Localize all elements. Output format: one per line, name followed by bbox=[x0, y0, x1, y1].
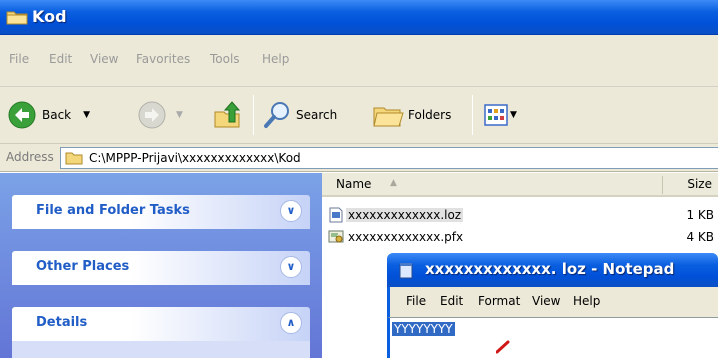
file-size: 4 KB bbox=[686, 230, 714, 244]
task-pane: File and Folder Tasks ∨ Other Places ∨ D… bbox=[0, 173, 322, 358]
folders-label: Folders bbox=[408, 108, 452, 122]
notepad-menu-file[interactable]: File bbox=[406, 294, 426, 308]
address-bar: Address C:\MPPP-Prijavi\xxxxxxxxxxxxx\Ko… bbox=[0, 144, 718, 172]
up-folder-icon bbox=[214, 101, 241, 128]
notepad-menu-bar: File Edit Format View Help bbox=[387, 287, 718, 317]
column-header: Name ▲ Size bbox=[322, 173, 718, 197]
selected-text: YYYYYYYY bbox=[392, 322, 455, 336]
dropdown-arrow-icon[interactable]: ▼ bbox=[176, 110, 183, 120]
notepad-titlebar[interactable]: xxxxxxxxxxxxx. loz - Notepad bbox=[387, 253, 718, 287]
menu-favorites[interactable]: Favorites bbox=[136, 52, 190, 66]
file-row[interactable]: xxxxxxxxxxxxx.pfx 4 KB bbox=[322, 227, 718, 247]
column-size[interactable]: Size bbox=[687, 177, 712, 191]
notepad-title: xxxxxxxxxxxxx. loz - Notepad bbox=[425, 260, 675, 278]
chevron-down-icon[interactable]: ∨ bbox=[280, 200, 302, 222]
panel-label: Other Places bbox=[36, 259, 130, 274]
file-size: 1 KB bbox=[686, 208, 714, 222]
back-arrow-icon bbox=[8, 101, 36, 129]
views-button[interactable]: ▼ bbox=[484, 99, 517, 131]
column-divider[interactable] bbox=[662, 176, 663, 194]
panel-label: File and Folder Tasks bbox=[36, 203, 190, 218]
file-name: xxxxxxxxxxxxx.pfx bbox=[348, 230, 464, 244]
up-folder-button[interactable] bbox=[212, 99, 242, 131]
sort-ascending-icon: ▲ bbox=[390, 178, 397, 188]
search-button[interactable]: Search bbox=[262, 99, 337, 131]
toolbar: Back ▼ ▼ Search Folders ▼ bbox=[0, 87, 718, 144]
search-icon bbox=[264, 102, 289, 128]
details-panel-body bbox=[12, 341, 310, 358]
file-name: xxxxxxxxxxxxx.loz bbox=[346, 208, 464, 222]
folder-icon bbox=[6, 11, 28, 25]
forward-button[interactable]: ▼ bbox=[138, 99, 183, 131]
forward-arrow-icon bbox=[138, 101, 166, 129]
folders-icon bbox=[373, 107, 404, 127]
certificate-file-icon bbox=[328, 230, 344, 243]
red-arrow-icon bbox=[496, 340, 510, 354]
address-path: C:\MPPP-Prijavi\xxxxxxxxxxxxx\Kod bbox=[89, 151, 301, 165]
notepad-window[interactable]: xxxxxxxxxxxxx. loz - Notepad File Edit F… bbox=[387, 253, 718, 358]
menu-help[interactable]: Help bbox=[262, 52, 289, 66]
panel-details[interactable]: Details ∧ bbox=[12, 307, 310, 341]
folders-button[interactable]: Folders bbox=[372, 99, 451, 131]
views-grid-icon bbox=[484, 104, 508, 126]
back-label: Back bbox=[42, 108, 72, 122]
menu-tools[interactable]: Tools bbox=[210, 52, 240, 66]
text-file-icon bbox=[329, 207, 343, 223]
chevron-up-icon[interactable]: ∧ bbox=[280, 312, 302, 334]
dropdown-arrow-icon[interactable]: ▼ bbox=[510, 110, 517, 120]
panel-file-folder-tasks[interactable]: File and Folder Tasks ∨ bbox=[12, 195, 310, 229]
back-button[interactable]: Back ▼ bbox=[8, 99, 90, 131]
panel-label: Details bbox=[36, 315, 88, 330]
notepad-menu-format[interactable]: Format bbox=[478, 294, 520, 308]
window-titlebar[interactable]: Kod bbox=[0, 0, 718, 35]
address-field[interactable]: C:\MPPP-Prijavi\xxxxxxxxxxxxx\Kod bbox=[60, 147, 718, 169]
menu-file[interactable]: File bbox=[9, 52, 29, 66]
notepad-menu-edit[interactable]: Edit bbox=[440, 294, 463, 308]
menu-view[interactable]: View bbox=[90, 52, 118, 66]
address-label: Address bbox=[6, 150, 54, 164]
toolbar-separator bbox=[253, 95, 254, 135]
toolbar-separator bbox=[472, 95, 473, 135]
folder-icon bbox=[65, 152, 83, 165]
notepad-icon bbox=[399, 263, 413, 279]
menu-bar: File Edit View Favorites Tools Help bbox=[0, 35, 718, 87]
menu-edit[interactable]: Edit bbox=[49, 52, 72, 66]
notepad-menu-help[interactable]: Help bbox=[573, 294, 600, 308]
file-row[interactable]: xxxxxxxxxxxxx.loz 1 KB bbox=[322, 205, 718, 225]
notepad-menu-view[interactable]: View bbox=[532, 294, 560, 308]
panel-other-places[interactable]: Other Places ∨ bbox=[12, 251, 310, 285]
notepad-text-area[interactable]: YYYYYYYY bbox=[387, 317, 718, 358]
column-name[interactable]: Name bbox=[336, 177, 371, 191]
search-label: Search bbox=[296, 108, 338, 122]
dropdown-arrow-icon[interactable]: ▼ bbox=[83, 110, 90, 120]
chevron-down-icon[interactable]: ∨ bbox=[280, 256, 302, 278]
window-title: Kod bbox=[32, 7, 67, 26]
